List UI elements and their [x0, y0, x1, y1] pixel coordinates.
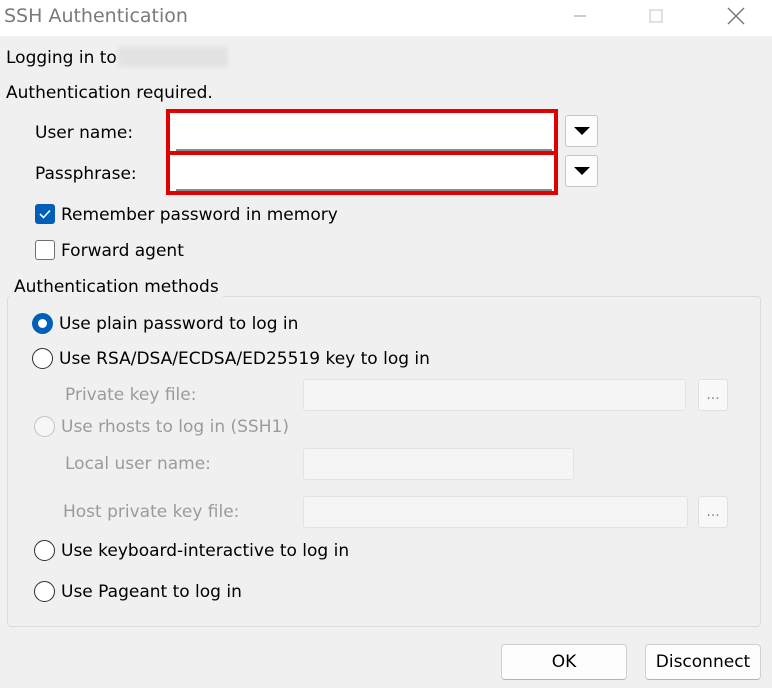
rsa-key-label[interactable]: Use RSA/DSA/ECDSA/ED25519 key to log in — [59, 349, 430, 369]
title-bar: SSH Authentication — [0, 0, 772, 36]
minimize-icon — [574, 15, 586, 17]
ok-button[interactable]: OK — [501, 644, 627, 680]
rhosts-label[interactable]: Use rhosts to log in (SSH1) — [61, 417, 289, 437]
minimize-button[interactable] — [552, 0, 608, 32]
host-private-key-label: Host private key file: — [63, 502, 240, 522]
maximize-button[interactable] — [628, 0, 684, 32]
keyboard-interactive-radio[interactable] — [34, 540, 55, 561]
close-icon — [727, 7, 745, 25]
private-key-file-label: Private key file: — [65, 385, 197, 405]
dropdown-arrow-icon — [573, 127, 590, 135]
disconnect-button[interactable]: Disconnect — [645, 644, 761, 680]
auth-required-label: Authentication required. — [6, 83, 213, 103]
maximize-icon — [649, 9, 663, 23]
username-highlight — [166, 109, 558, 155]
window-title: SSH Authentication — [4, 5, 188, 27]
remember-password-label[interactable]: Remember password in memory — [61, 205, 338, 225]
keyboard-interactive-label[interactable]: Use keyboard-interactive to log in — [61, 541, 349, 561]
pageant-label[interactable]: Use Pageant to log in — [61, 582, 242, 602]
local-user-name-input[interactable] — [303, 448, 574, 480]
username-label: User name: — [35, 123, 134, 143]
host-key-browse-button[interactable]: ... — [698, 496, 728, 528]
remember-password-checkbox[interactable] — [35, 204, 55, 224]
rhosts-radio[interactable] — [34, 416, 55, 437]
private-key-file-input[interactable] — [303, 379, 686, 411]
passphrase-history-dropdown[interactable] — [565, 155, 598, 187]
close-button[interactable] — [708, 0, 764, 32]
forward-agent-label[interactable]: Forward agent — [61, 241, 184, 261]
plain-password-label[interactable]: Use plain password to log in — [59, 314, 298, 334]
passphrase-highlight — [166, 151, 558, 195]
rsa-key-radio[interactable] — [32, 348, 53, 369]
private-key-browse-button[interactable]: ... — [698, 379, 728, 411]
passphrase-input[interactable] — [176, 159, 552, 191]
host-address-redacted — [118, 47, 228, 67]
pageant-radio[interactable] — [34, 581, 55, 602]
passphrase-label: Passphrase: — [35, 164, 137, 184]
logging-in-label: Logging in to — [6, 48, 117, 68]
auth-methods-group-label: Authentication methods — [10, 277, 223, 297]
checkmark-icon — [39, 209, 51, 219]
host-private-key-input[interactable] — [303, 496, 688, 528]
dropdown-arrow-icon — [573, 167, 590, 175]
forward-agent-checkbox[interactable] — [35, 240, 55, 260]
local-user-name-label: Local user name: — [65, 454, 211, 474]
username-history-dropdown[interactable] — [565, 115, 598, 147]
username-input[interactable] — [176, 117, 552, 151]
plain-password-radio[interactable] — [32, 313, 53, 334]
